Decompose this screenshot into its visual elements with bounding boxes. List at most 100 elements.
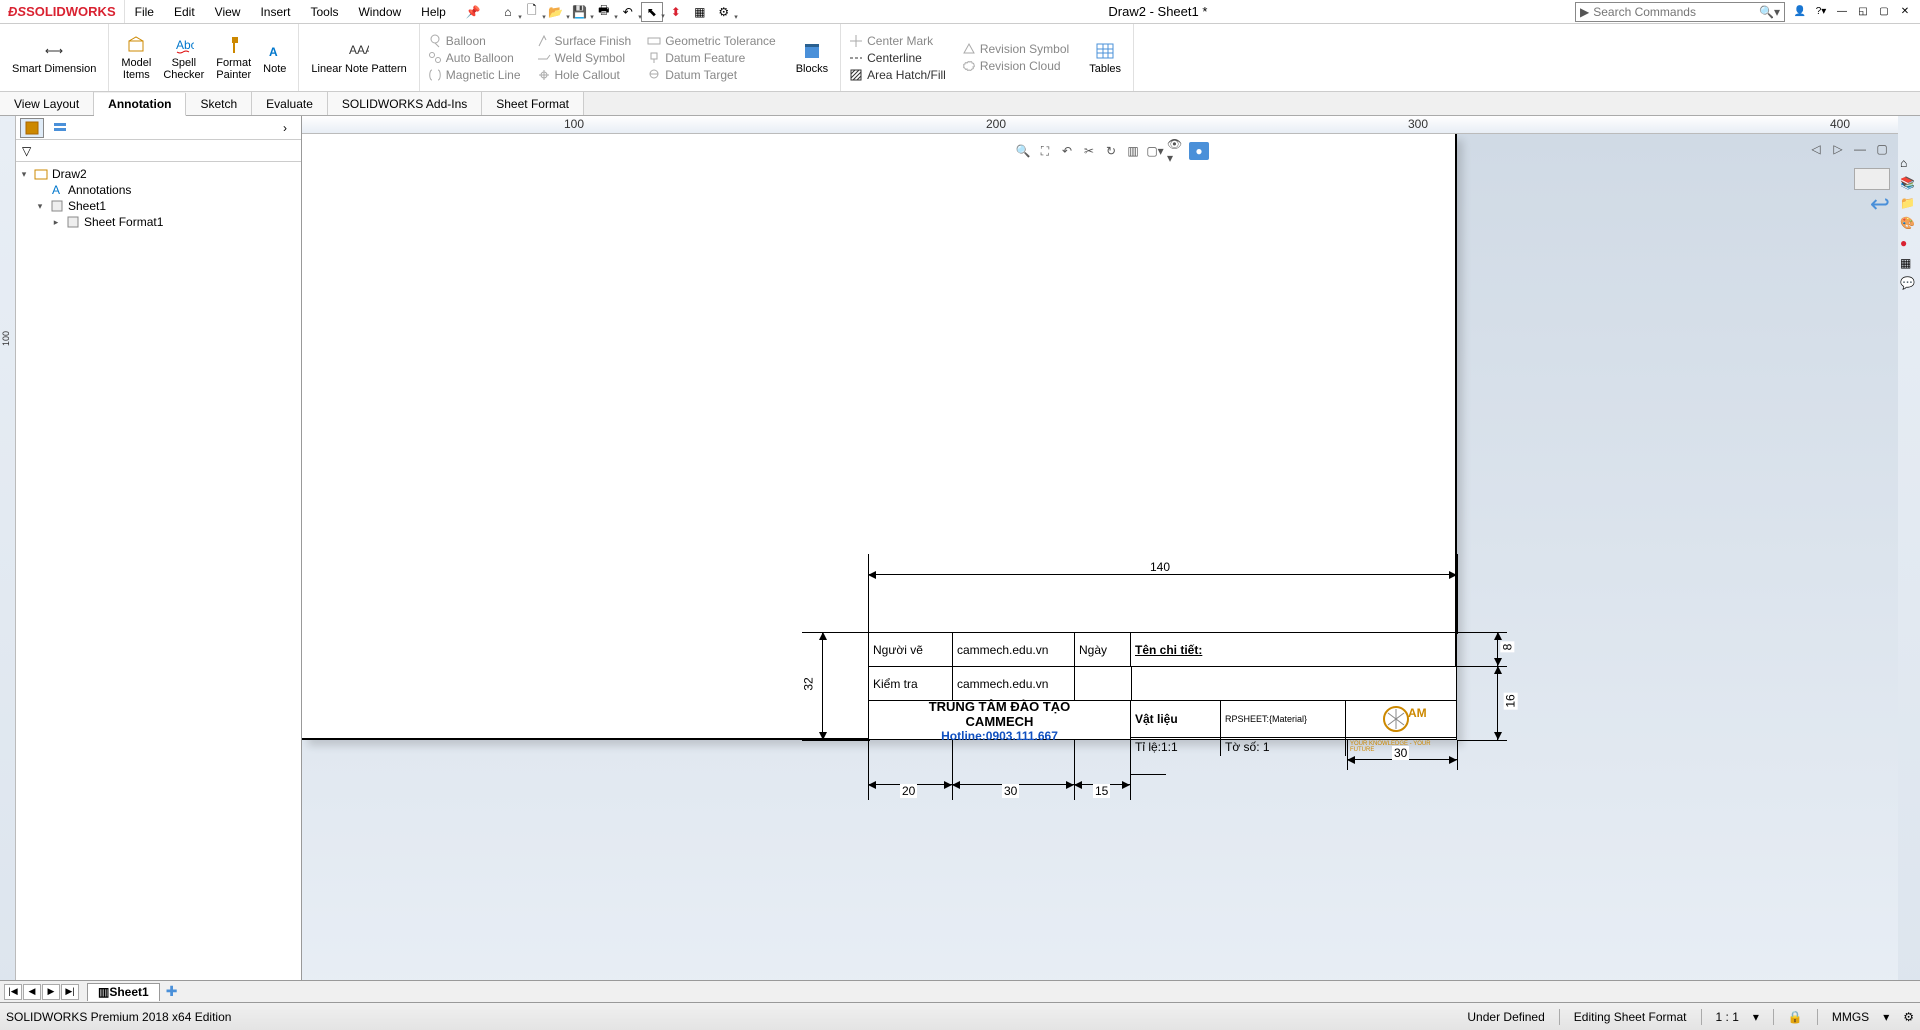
hide-show-icon[interactable]: ▢▾ [1145, 142, 1165, 160]
restore-icon[interactable]: ◱ [1854, 3, 1872, 21]
help-icon[interactable]: ?▾ [1812, 3, 1830, 21]
taskpane-forum-icon[interactable]: 💬 [1900, 276, 1918, 294]
sheet1-tab[interactable]: ▥ Sheet1 [87, 983, 160, 1001]
maximize-icon[interactable]: ▢ [1875, 3, 1893, 21]
new-icon[interactable]: 🗋▾ [521, 2, 543, 22]
tree-sheet1[interactable]: ▾Sheet1 [18, 198, 299, 214]
tab-sketch[interactable]: Sketch [186, 92, 252, 115]
smart-dimension-button[interactable]: Smart Dimension [6, 39, 102, 77]
user-icon[interactable]: 👤 [1791, 3, 1809, 21]
taskpane-palette-icon[interactable]: 🎨 [1900, 216, 1918, 234]
tab-addins[interactable]: SOLIDWORKS Add-Ins [328, 92, 482, 115]
taskpane-home-icon[interactable]: ⌂ [1900, 156, 1918, 174]
menu-insert[interactable]: Insert [250, 0, 300, 23]
revision-symbol-button[interactable]: Revision Symbol [958, 41, 1073, 57]
back-arrow-icon[interactable]: ↩ [1870, 190, 1890, 219]
tab-annotation[interactable]: Annotation [94, 93, 186, 116]
close-icon[interactable]: ✕ [1896, 3, 1914, 21]
sheet-prev-icon[interactable]: ◀ [23, 984, 41, 1000]
minimize-icon[interactable]: — [1833, 3, 1851, 21]
home-icon[interactable]: ⌂▾ [497, 2, 519, 22]
search-commands[interactable]: ▶ 🔍▾ [1575, 2, 1785, 22]
tree-root[interactable]: ▾Draw2 [18, 166, 299, 182]
revision-cloud-button[interactable]: Revision Cloud [958, 58, 1073, 74]
status-dd1-icon[interactable]: ▾ [1753, 1010, 1759, 1024]
menu-file[interactable]: File [125, 0, 164, 23]
menu-view[interactable]: View [205, 0, 251, 23]
dim-32[interactable] [822, 632, 823, 740]
menu-window[interactable]: Window [348, 0, 411, 23]
weld-symbol-button[interactable]: Weld Symbol [533, 50, 636, 66]
taskpane-lib-icon[interactable]: 📚 [1900, 176, 1918, 194]
taskpane-file-icon[interactable]: 📁 [1900, 196, 1918, 214]
balloon-button[interactable]: Balloon [424, 33, 525, 49]
sheet-last-icon[interactable]: ▶| [61, 984, 79, 1000]
undo-icon[interactable]: ↶▾ [617, 2, 639, 22]
datum-target-button[interactable]: Datum Target [643, 67, 780, 83]
tree-filter[interactable]: ▽ [16, 140, 301, 162]
sheet-first-icon[interactable]: |◀ [4, 984, 22, 1000]
eye-icon[interactable]: 👁▾ [1167, 142, 1187, 160]
sheet-next-icon[interactable]: ▶ [42, 984, 60, 1000]
print-icon[interactable]: 🖶▾ [593, 2, 615, 22]
magnetic-line-button[interactable]: Magnetic Line [424, 67, 525, 83]
spell-checker-button[interactable]: AbcSpell Checker [157, 33, 210, 83]
model-items-button[interactable]: Model Items [115, 33, 157, 83]
auto-balloon-button[interactable]: Auto Balloon [424, 50, 525, 66]
status-ratio[interactable]: 1 : 1 [1716, 1010, 1739, 1024]
feature-tree-tab-icon[interactable] [20, 118, 44, 138]
section-view-icon[interactable]: ✂ [1079, 142, 1099, 160]
geometric-tolerance-button[interactable]: Geometric Tolerance [643, 33, 780, 49]
centerline-button[interactable]: Centerline [845, 50, 950, 66]
dim-16[interactable] [1497, 666, 1498, 740]
title-block[interactable]: Người vẽ cammech.edu.vn Ngày Tên chi tiế… [868, 632, 1457, 740]
tree-annotations[interactable]: AAnnotations [18, 182, 299, 198]
menu-edit[interactable]: Edit [164, 0, 205, 23]
search-input[interactable] [1593, 5, 1755, 19]
datum-feature-button[interactable]: Datum Feature [643, 50, 780, 66]
doc-min-icon[interactable]: — [1850, 140, 1870, 158]
options-icon[interactable]: ▦ [689, 2, 711, 22]
open-icon[interactable]: 📂▾ [545, 2, 567, 22]
tables-button[interactable]: Tables [1083, 39, 1127, 77]
tree-sheet-format[interactable]: ▸Sheet Format1 [18, 214, 299, 230]
save-icon[interactable]: 💾▾ [569, 2, 591, 22]
zoom-area-icon[interactable]: ⛶ [1035, 142, 1055, 160]
search-icon[interactable]: 🔍▾ [1755, 5, 1784, 19]
tab-evaluate[interactable]: Evaluate [252, 92, 328, 115]
area-hatch-button[interactable]: Area Hatch/Fill [845, 67, 950, 83]
panel-expand-icon[interactable]: › [273, 118, 297, 138]
prev-view-icon[interactable]: ↶ [1057, 142, 1077, 160]
doc-next-icon[interactable]: ▷ [1828, 140, 1848, 158]
status-lock-icon[interactable]: 🔒 [1788, 1010, 1803, 1024]
surface-finish-button[interactable]: Surface Finish [533, 33, 636, 49]
tab-sheet-format[interactable]: Sheet Format [482, 92, 584, 115]
doc-prev-icon[interactable]: ◁ [1806, 140, 1826, 158]
view-orientation-icon[interactable] [1854, 168, 1890, 190]
menu-help[interactable]: Help [411, 0, 456, 23]
status-dd2-icon[interactable]: ▾ [1883, 1010, 1889, 1024]
status-cog-icon[interactable]: ⚙ [1903, 1010, 1914, 1024]
pin-icon[interactable]: 📌 [456, 0, 491, 23]
menu-tools[interactable]: Tools [300, 0, 348, 23]
status-units[interactable]: MMGS [1832, 1010, 1869, 1024]
drawing-canvas[interactable]: 🔍 ⛶ ↶ ✂ ↻ ▥ ▢▾ 👁▾ ● ◁ ▷ — ▢ ✕ Người vẽ [302, 134, 1920, 1002]
display-style-icon[interactable]: ▥ [1123, 142, 1143, 160]
dim-8[interactable] [1497, 632, 1498, 666]
hole-callout-button[interactable]: Hole Callout [533, 67, 636, 83]
doc-max-icon[interactable]: ▢ [1872, 140, 1892, 158]
center-mark-button[interactable]: Center Mark [845, 33, 950, 49]
linear-note-pattern-button[interactable]: AAALinear Note Pattern [305, 39, 412, 77]
format-painter-button[interactable]: Format Painter [210, 33, 257, 83]
rebuild-icon[interactable]: ⬍ [665, 2, 687, 22]
dim-140[interactable] [868, 574, 1457, 575]
blocks-button[interactable]: Blocks [790, 39, 834, 77]
zoom-fit-icon[interactable]: 🔍 [1013, 142, 1033, 160]
rotate-icon[interactable]: ↻ [1101, 142, 1121, 160]
tab-view-layout[interactable]: View Layout [0, 92, 94, 115]
select-icon[interactable]: ⬉▾ [641, 2, 663, 22]
property-tab-icon[interactable] [48, 118, 72, 138]
taskpane-prop-icon[interactable]: ▦ [1900, 256, 1918, 274]
add-sheet-icon[interactable]: ✚ [160, 983, 184, 1000]
settings-icon[interactable]: ⚙▾ [713, 2, 735, 22]
